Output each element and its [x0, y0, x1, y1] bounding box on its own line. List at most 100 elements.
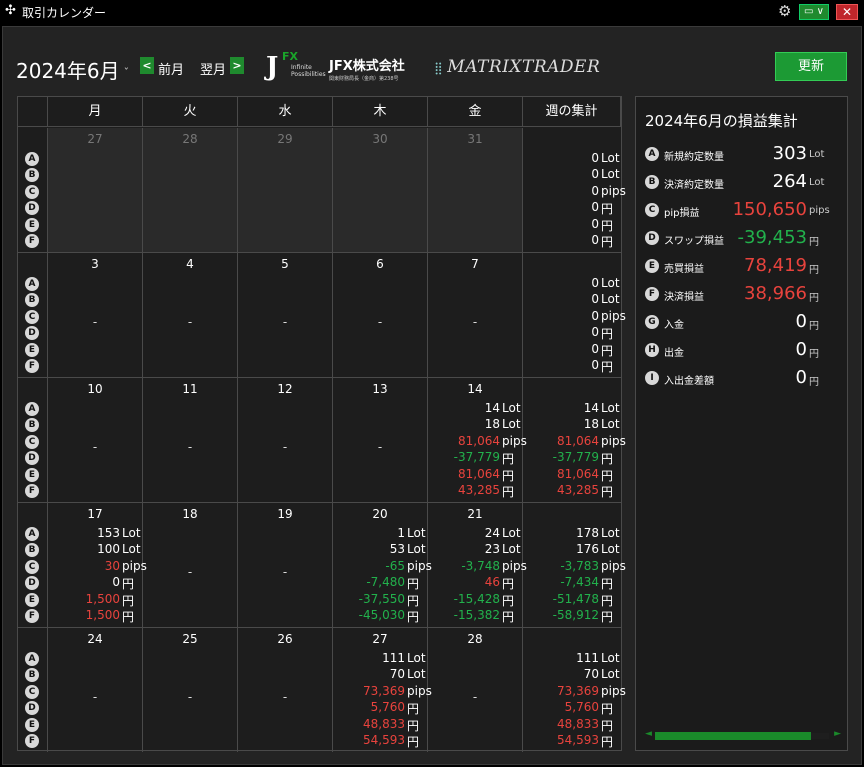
cell-value: -37,779	[552, 450, 599, 464]
cell-unit: 円	[407, 610, 420, 624]
row-label-b-icon: B	[25, 418, 39, 432]
day-cell[interactable]: 27 111 Lot 70 Lot 73,369 pips 5,760 円 48,833 円 54,5…	[333, 628, 432, 752]
row-label-e-icon: E	[25, 343, 39, 357]
day-number: 10	[87, 382, 103, 396]
row-label-d-icon: D	[25, 451, 39, 465]
cell-unit: 円	[601, 485, 614, 499]
week-summary-cell: 0 Lot 0 Lot 0 pips 0 円 0 円 0 円	[523, 253, 625, 377]
cell-value: 0	[591, 309, 599, 323]
main-frame: 2024年6月 ˇ < 前月 翌月 > J FX Infinite Possibi…	[2, 26, 862, 765]
day-cell[interactable]: 19 -	[238, 503, 333, 627]
cell-value: 14	[583, 401, 599, 415]
cell-value: 5,760	[564, 700, 599, 714]
cell-unit: 円	[601, 735, 614, 749]
day-cell[interactable]: 27	[48, 128, 143, 252]
cell-unit: 円	[122, 577, 135, 591]
empty-dash: -	[92, 315, 98, 329]
chevron-down-icon: ˇ	[123, 66, 130, 79]
summary-value: -39,453	[737, 227, 807, 248]
cell-unit: pips	[601, 309, 626, 323]
day-cell[interactable]: 24 -	[48, 628, 143, 752]
day-cell[interactable]: 4-	[143, 253, 238, 377]
gear-icon[interactable]: ⚙	[778, 2, 791, 20]
cell-unit: Lot	[601, 542, 620, 556]
cell-value: 0	[591, 325, 599, 339]
summary-key-icon: A	[645, 147, 659, 161]
day-cell[interactable]: 21 24 Lot 23 Lot -3,748 pips 46 円 -15,428 円 -15,382…	[428, 503, 527, 627]
cell-value: -51,478	[552, 592, 599, 606]
row-label-a-icon: A	[25, 652, 39, 666]
day-cell[interactable]: 25 -	[143, 628, 238, 752]
summary-value: 0	[795, 339, 807, 360]
refresh-button[interactable]: 更新	[775, 52, 847, 81]
week-row: A B C D E F 17 153 Lot 100 Lot 30 pips 0 円 1,500 円 1,500 円…	[18, 503, 626, 628]
day-cell[interactable]: 28 -	[428, 628, 523, 752]
horizontal-scrollbar[interactable]: ◄ ►	[645, 729, 841, 741]
cell-unit: 円	[407, 735, 420, 749]
day-cell[interactable]: 7-	[428, 253, 523, 377]
day-cell[interactable]: 28	[143, 128, 238, 252]
week-row: A B C D E F 24-25-26-27 111 Lot 70 Lot 73,369 pips 5,…	[18, 628, 626, 753]
prev-month-button[interactable]: <	[140, 57, 154, 74]
row-label-d-icon: D	[25, 701, 39, 715]
scroll-right-icon[interactable]: ►	[834, 729, 841, 739]
cell-unit: Lot	[407, 526, 426, 540]
cell-value: 46	[484, 575, 500, 589]
day-cell[interactable]: 13 -	[333, 378, 428, 502]
scroll-thumb[interactable]	[655, 732, 811, 740]
empty-dash: -	[282, 315, 288, 329]
day-cell[interactable]: 3-	[48, 253, 143, 377]
cell-value: 81,064	[458, 434, 500, 448]
day-cell[interactable]: 18 -	[143, 503, 238, 627]
summary-value: 38,966	[744, 283, 807, 304]
empty-dash: -	[472, 690, 478, 704]
day-cell[interactable]: 11 -	[143, 378, 238, 502]
row-label-d-icon: D	[25, 326, 39, 340]
summary-unit: 円	[809, 377, 819, 388]
cell-unit: Lot	[601, 526, 620, 540]
next-month-button[interactable]: >	[230, 57, 244, 74]
cell-unit: 円	[601, 577, 614, 591]
day-cell[interactable]: 29	[238, 128, 333, 252]
day-cell[interactable]: 10 -	[48, 378, 143, 502]
cell-value: 18	[583, 417, 599, 431]
day-number: 29	[277, 132, 293, 146]
scroll-left-icon[interactable]: ◄	[645, 729, 652, 739]
cell-unit: Lot	[407, 651, 426, 665]
summary-value: 150,650	[732, 199, 807, 220]
day-cell[interactable]: 30	[333, 128, 428, 252]
cell-value: 48,833	[557, 717, 599, 731]
cell-value: 1,500	[85, 592, 120, 606]
day-cell[interactable]: 26 -	[238, 628, 333, 752]
move-icon[interactable]: ✣	[5, 3, 16, 18]
day-number: 26	[277, 632, 293, 646]
prev-month-label[interactable]: 前月	[158, 59, 184, 78]
close-button[interactable]: ✕	[836, 4, 858, 20]
day-cell[interactable]: 20 1 Lot 53 Lot -65 pips -7,480 円 -37,550 円 -45,030…	[333, 503, 432, 627]
cell-unit: Lot	[502, 542, 521, 556]
next-month-label[interactable]: 翌月	[200, 59, 226, 78]
cell-value: 0	[591, 200, 599, 214]
cell-value: 0	[591, 358, 599, 372]
cell-value: 81,064	[557, 434, 599, 448]
day-cell[interactable]: 12 -	[238, 378, 333, 502]
summary-key-icon: E	[645, 259, 659, 273]
day-cell[interactable]: 6-	[333, 253, 428, 377]
day-cell[interactable]: 5-	[238, 253, 333, 377]
cell-value: 53	[389, 542, 405, 556]
row-label-e-icon: E	[25, 218, 39, 232]
row-label-column: ABCDEF	[18, 253, 48, 377]
day-cell[interactable]: 31	[428, 128, 523, 252]
month-selector[interactable]: 2024年6月 ˇ	[16, 55, 129, 84]
row-label-b-icon: B	[25, 293, 39, 307]
day-cell[interactable]: 17 153 Lot 100 Lot 30 pips 0 円 1,500 円 1,500 円	[48, 503, 147, 627]
empty-dash: -	[282, 690, 288, 704]
window-mode-button[interactable]: ▭ ∨	[799, 4, 829, 20]
day-number: 11	[182, 382, 198, 396]
week-row: A B C D E F 10-11-12-13-14 14 Lot 18 Lot 81,064 pips…	[18, 378, 626, 503]
day-cell[interactable]: 14 14 Lot 18 Lot 81,064 pips -37,779 円 81,064 円 43,…	[428, 378, 527, 502]
row-label-b-icon: B	[25, 543, 39, 557]
cell-value: 23	[484, 542, 500, 556]
summary-row-i: I 入出金差額 0 円	[645, 367, 845, 389]
cell-unit: 円	[601, 719, 614, 733]
